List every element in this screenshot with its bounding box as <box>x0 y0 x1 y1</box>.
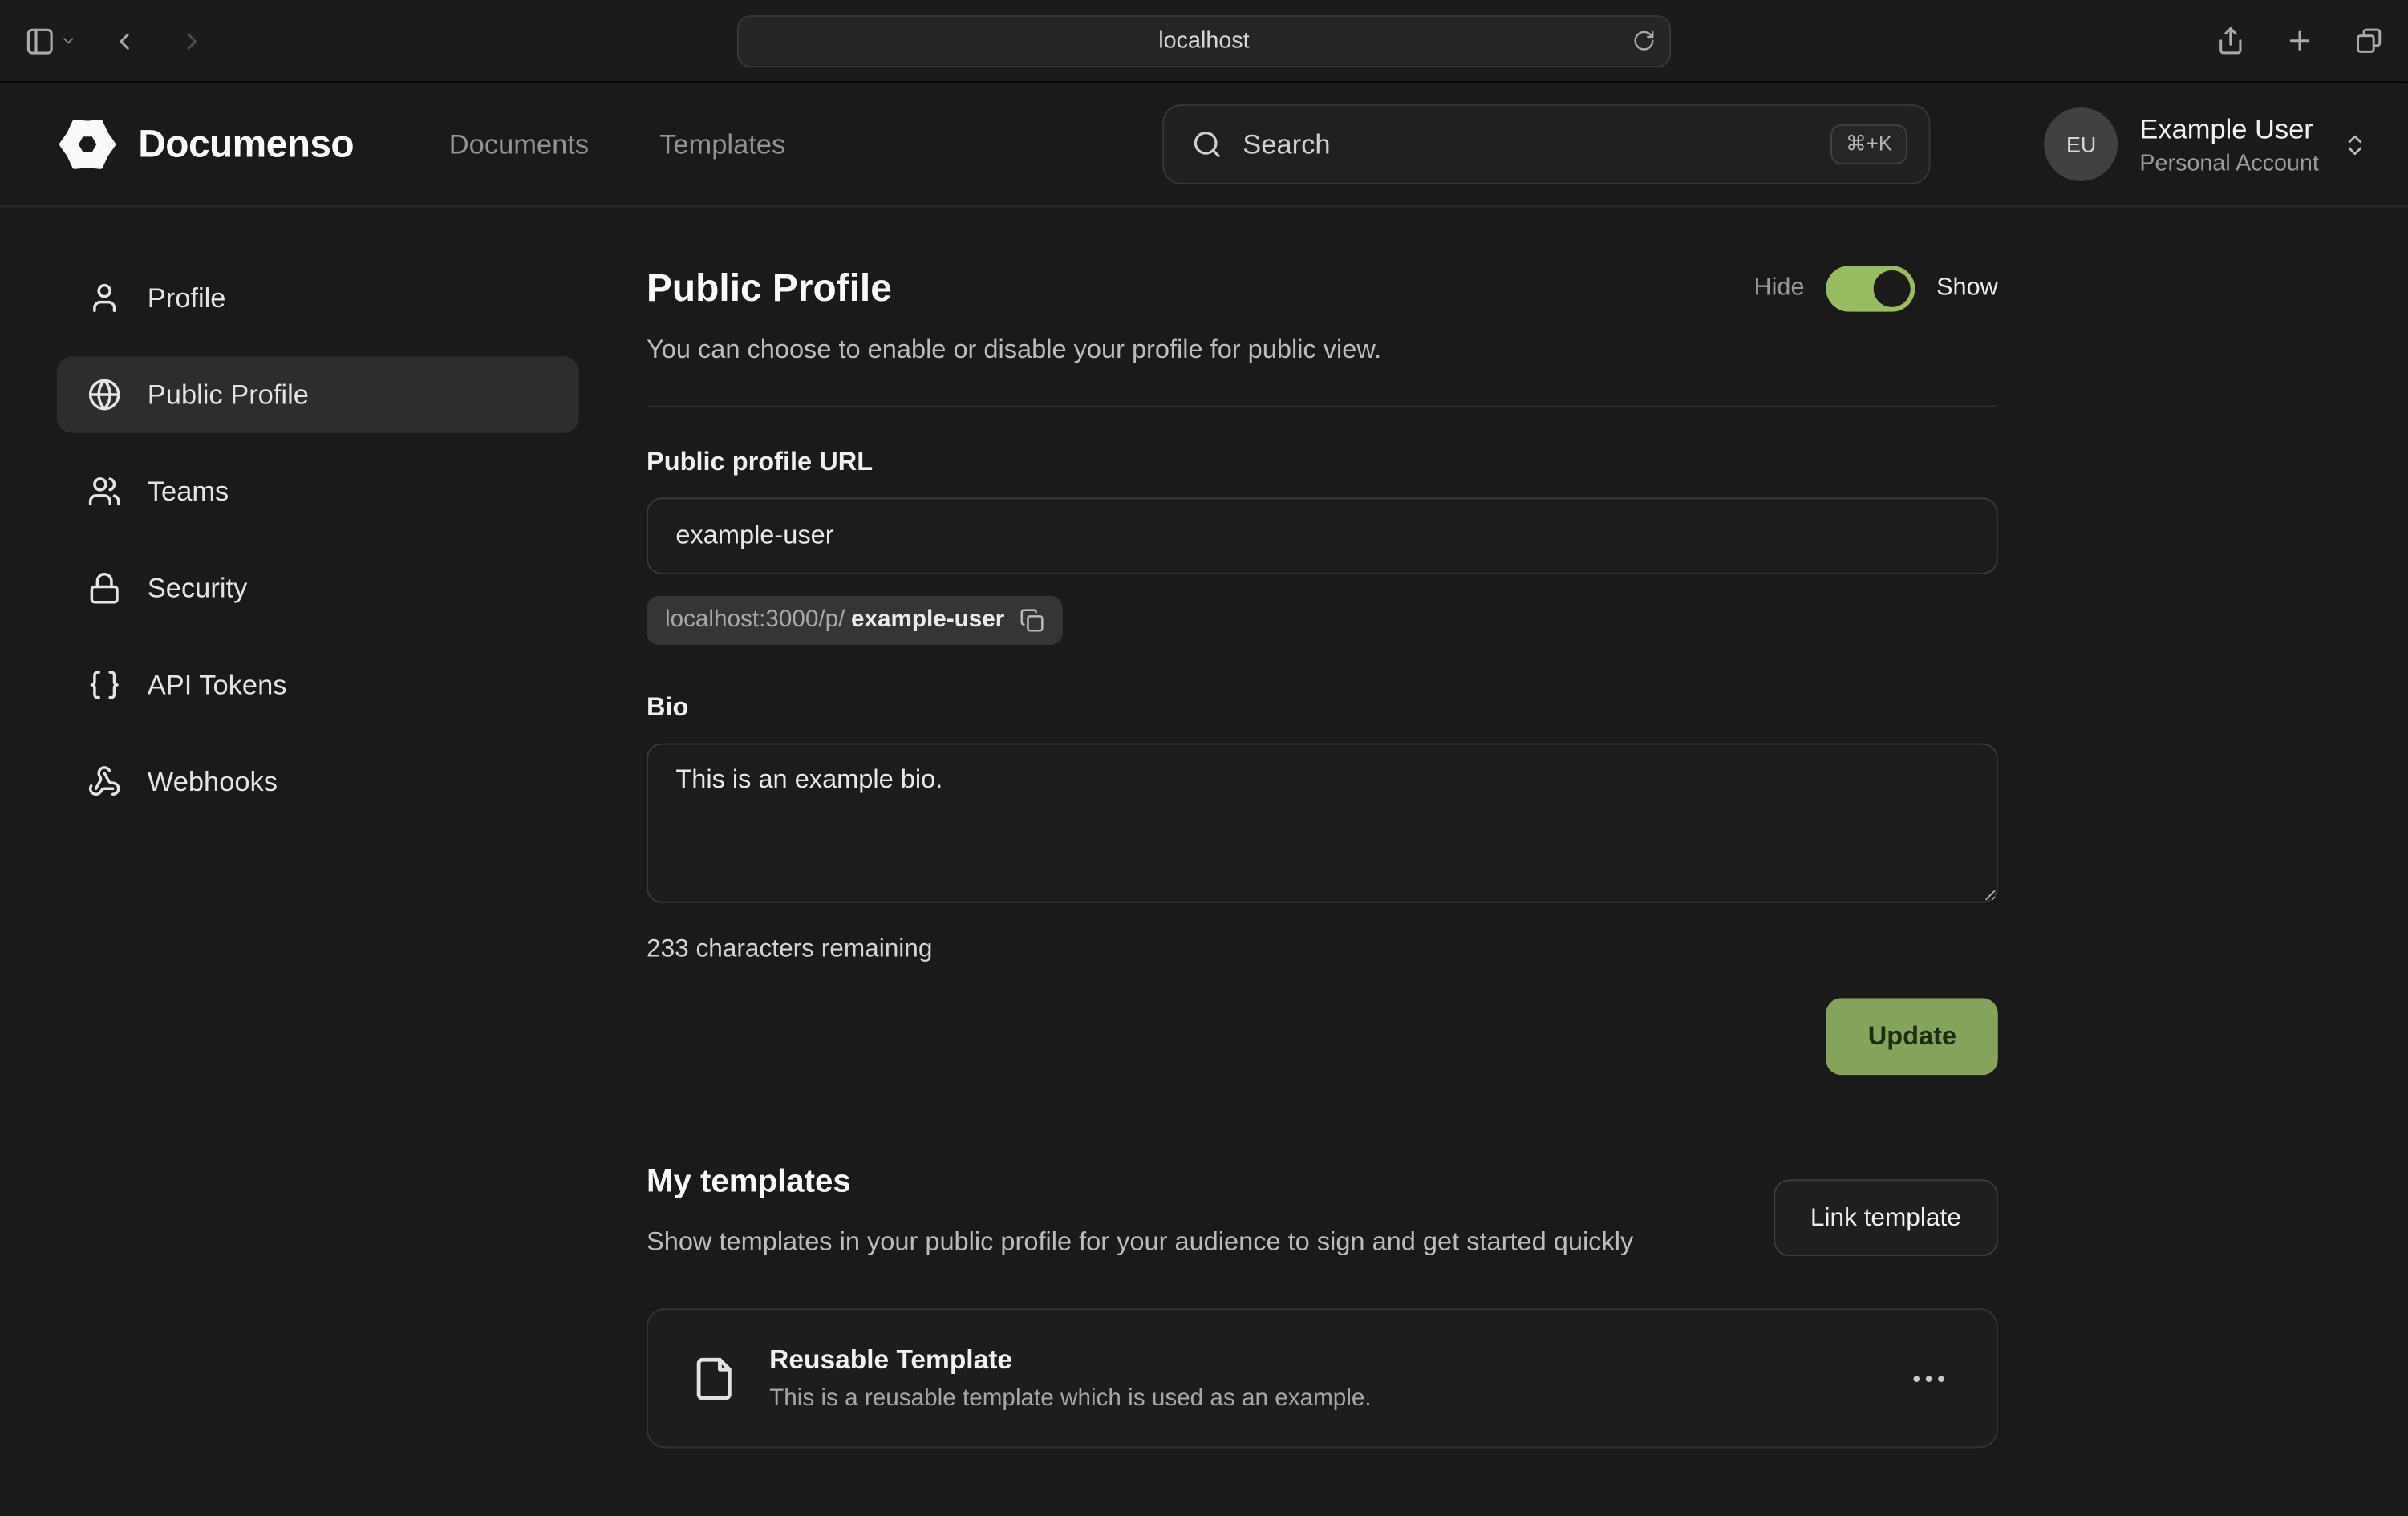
address-bar[interactable]: localhost <box>737 14 1671 67</box>
user-menu[interactable]: EU Example User Personal Account <box>2045 107 2368 181</box>
page-subtitle: You can choose to enable or disable your… <box>647 334 1998 365</box>
visibility-toggle-group: Hide Show <box>1753 266 1997 311</box>
browser-chrome: localhost <box>0 0 2408 83</box>
nav-documents[interactable]: Documents <box>449 128 589 160</box>
webhook-icon <box>87 764 121 798</box>
page-title: Public Profile <box>647 266 892 311</box>
sidebar-item-label: Public Profile <box>148 379 309 411</box>
sidebar-item-label: Profile <box>148 282 226 314</box>
template-name: Reusable Template <box>769 1344 1372 1376</box>
back-button[interactable] <box>111 27 138 55</box>
documenso-logo-icon <box>57 114 119 176</box>
chevron-left-icon <box>111 27 138 55</box>
url-slug: example-user <box>851 606 1004 634</box>
reload-button[interactable] <box>1632 29 1656 52</box>
profile-url-input[interactable] <box>647 497 1998 574</box>
chrome-right-controls <box>2216 26 2384 55</box>
sidebar-item-public-profile[interactable]: Public Profile <box>57 356 579 433</box>
characters-remaining: 233 characters remaining <box>647 935 1998 964</box>
chevron-right-icon <box>178 27 205 55</box>
sidebar-toggle-button[interactable] <box>25 26 55 56</box>
chevrons-up-down-icon <box>2342 132 2369 158</box>
globe-icon <box>87 378 121 411</box>
sidebar-item-webhooks[interactable]: Webhooks <box>57 744 579 821</box>
sidebar-item-label: Teams <box>148 476 229 508</box>
divider <box>647 405 1998 407</box>
copy-url-button[interactable] <box>1020 608 1045 633</box>
nav-templates[interactable]: Templates <box>659 128 785 160</box>
app-header: Documenso Documents Templates Search ⌘+K… <box>0 83 2408 207</box>
templates-title: My templates <box>647 1164 1633 1201</box>
search-placeholder: Search <box>1243 128 1330 160</box>
link-template-button[interactable]: Link template <box>1774 1179 1998 1256</box>
chrome-left-controls <box>25 26 206 56</box>
brand[interactable]: Documenso <box>57 114 354 176</box>
settings-layout: Profile Public Profile Teams Security AP… <box>0 207 2408 1449</box>
search-icon <box>1192 129 1222 160</box>
templates-header-text: My templates Show templates in your publ… <box>647 1164 1633 1263</box>
url-prefix: localhost:3000/p/ <box>665 606 845 634</box>
sidebar-item-security[interactable]: Security <box>57 549 579 626</box>
panel-left-icon <box>25 26 55 56</box>
address-url: localhost <box>1158 27 1249 54</box>
template-menu-button[interactable] <box>1904 1367 1953 1392</box>
toggle-knob <box>1874 270 1911 307</box>
brand-name: Documenso <box>138 122 354 167</box>
share-icon <box>2216 26 2245 55</box>
show-label: Show <box>1936 275 1998 302</box>
template-info: Reusable Template This is a reusable tem… <box>769 1344 1372 1413</box>
browser-window: localhost Documenso Docu <box>0 0 2408 1516</box>
copy-icon <box>1020 608 1045 633</box>
sidebar-item-label: API Tokens <box>148 669 287 701</box>
profile-url-label: Public profile URL <box>647 447 1998 477</box>
forward-button[interactable] <box>178 27 205 55</box>
sidebar-item-teams[interactable]: Teams <box>57 453 579 530</box>
avatar: EU <box>2045 107 2118 181</box>
ellipsis-icon <box>1913 1376 1920 1382</box>
tabs-icon <box>2354 26 2383 55</box>
bio-textarea[interactable]: This is an example bio. <box>647 744 1998 903</box>
reload-icon <box>1632 29 1656 52</box>
template-description: This is a reusable template which is use… <box>769 1386 1372 1413</box>
user-icon <box>87 281 121 314</box>
sidebar-item-profile[interactable]: Profile <box>57 260 579 337</box>
user-name: Example User <box>2139 113 2319 145</box>
file-icon <box>691 1356 737 1401</box>
share-button[interactable] <box>2216 26 2245 55</box>
bio-label: Bio <box>647 692 1998 723</box>
tab-overview-button[interactable] <box>2354 26 2383 55</box>
lock-icon <box>87 571 121 605</box>
my-templates-section: My templates Show templates in your publ… <box>647 1164 1998 1449</box>
users-icon <box>87 475 121 509</box>
update-button[interactable]: Update <box>1826 998 1998 1075</box>
sidebar-item-label: Webhooks <box>148 765 278 797</box>
plus-icon <box>2285 26 2314 55</box>
profile-url-preview: localhost:3000/p/ example-user <box>647 596 1063 645</box>
braces-icon <box>87 668 121 702</box>
sidebar-item-api-tokens[interactable]: API Tokens <box>57 647 579 724</box>
profile-visibility-toggle[interactable] <box>1826 266 1915 311</box>
user-account-type: Personal Account <box>2139 150 2319 176</box>
templates-description: Show templates in your public profile fo… <box>647 1222 1633 1263</box>
chevron-down-icon[interactable] <box>60 32 77 49</box>
public-profile-panel: Public Profile Hide Show You can choose … <box>647 260 1998 1449</box>
new-tab-button[interactable] <box>2285 26 2314 55</box>
template-card: Reusable Template This is a reusable tem… <box>647 1309 1998 1449</box>
sidebar-item-label: Security <box>148 572 248 604</box>
search-shortcut-badge: ⌘+K <box>1830 124 1907 164</box>
main-nav: Documents Templates <box>449 128 785 160</box>
user-meta: Example User Personal Account <box>2139 113 2319 176</box>
settings-sidebar: Profile Public Profile Teams Security AP… <box>57 260 579 1449</box>
search-input[interactable]: Search ⌘+K <box>1163 104 1931 184</box>
hide-label: Hide <box>1753 275 1804 302</box>
